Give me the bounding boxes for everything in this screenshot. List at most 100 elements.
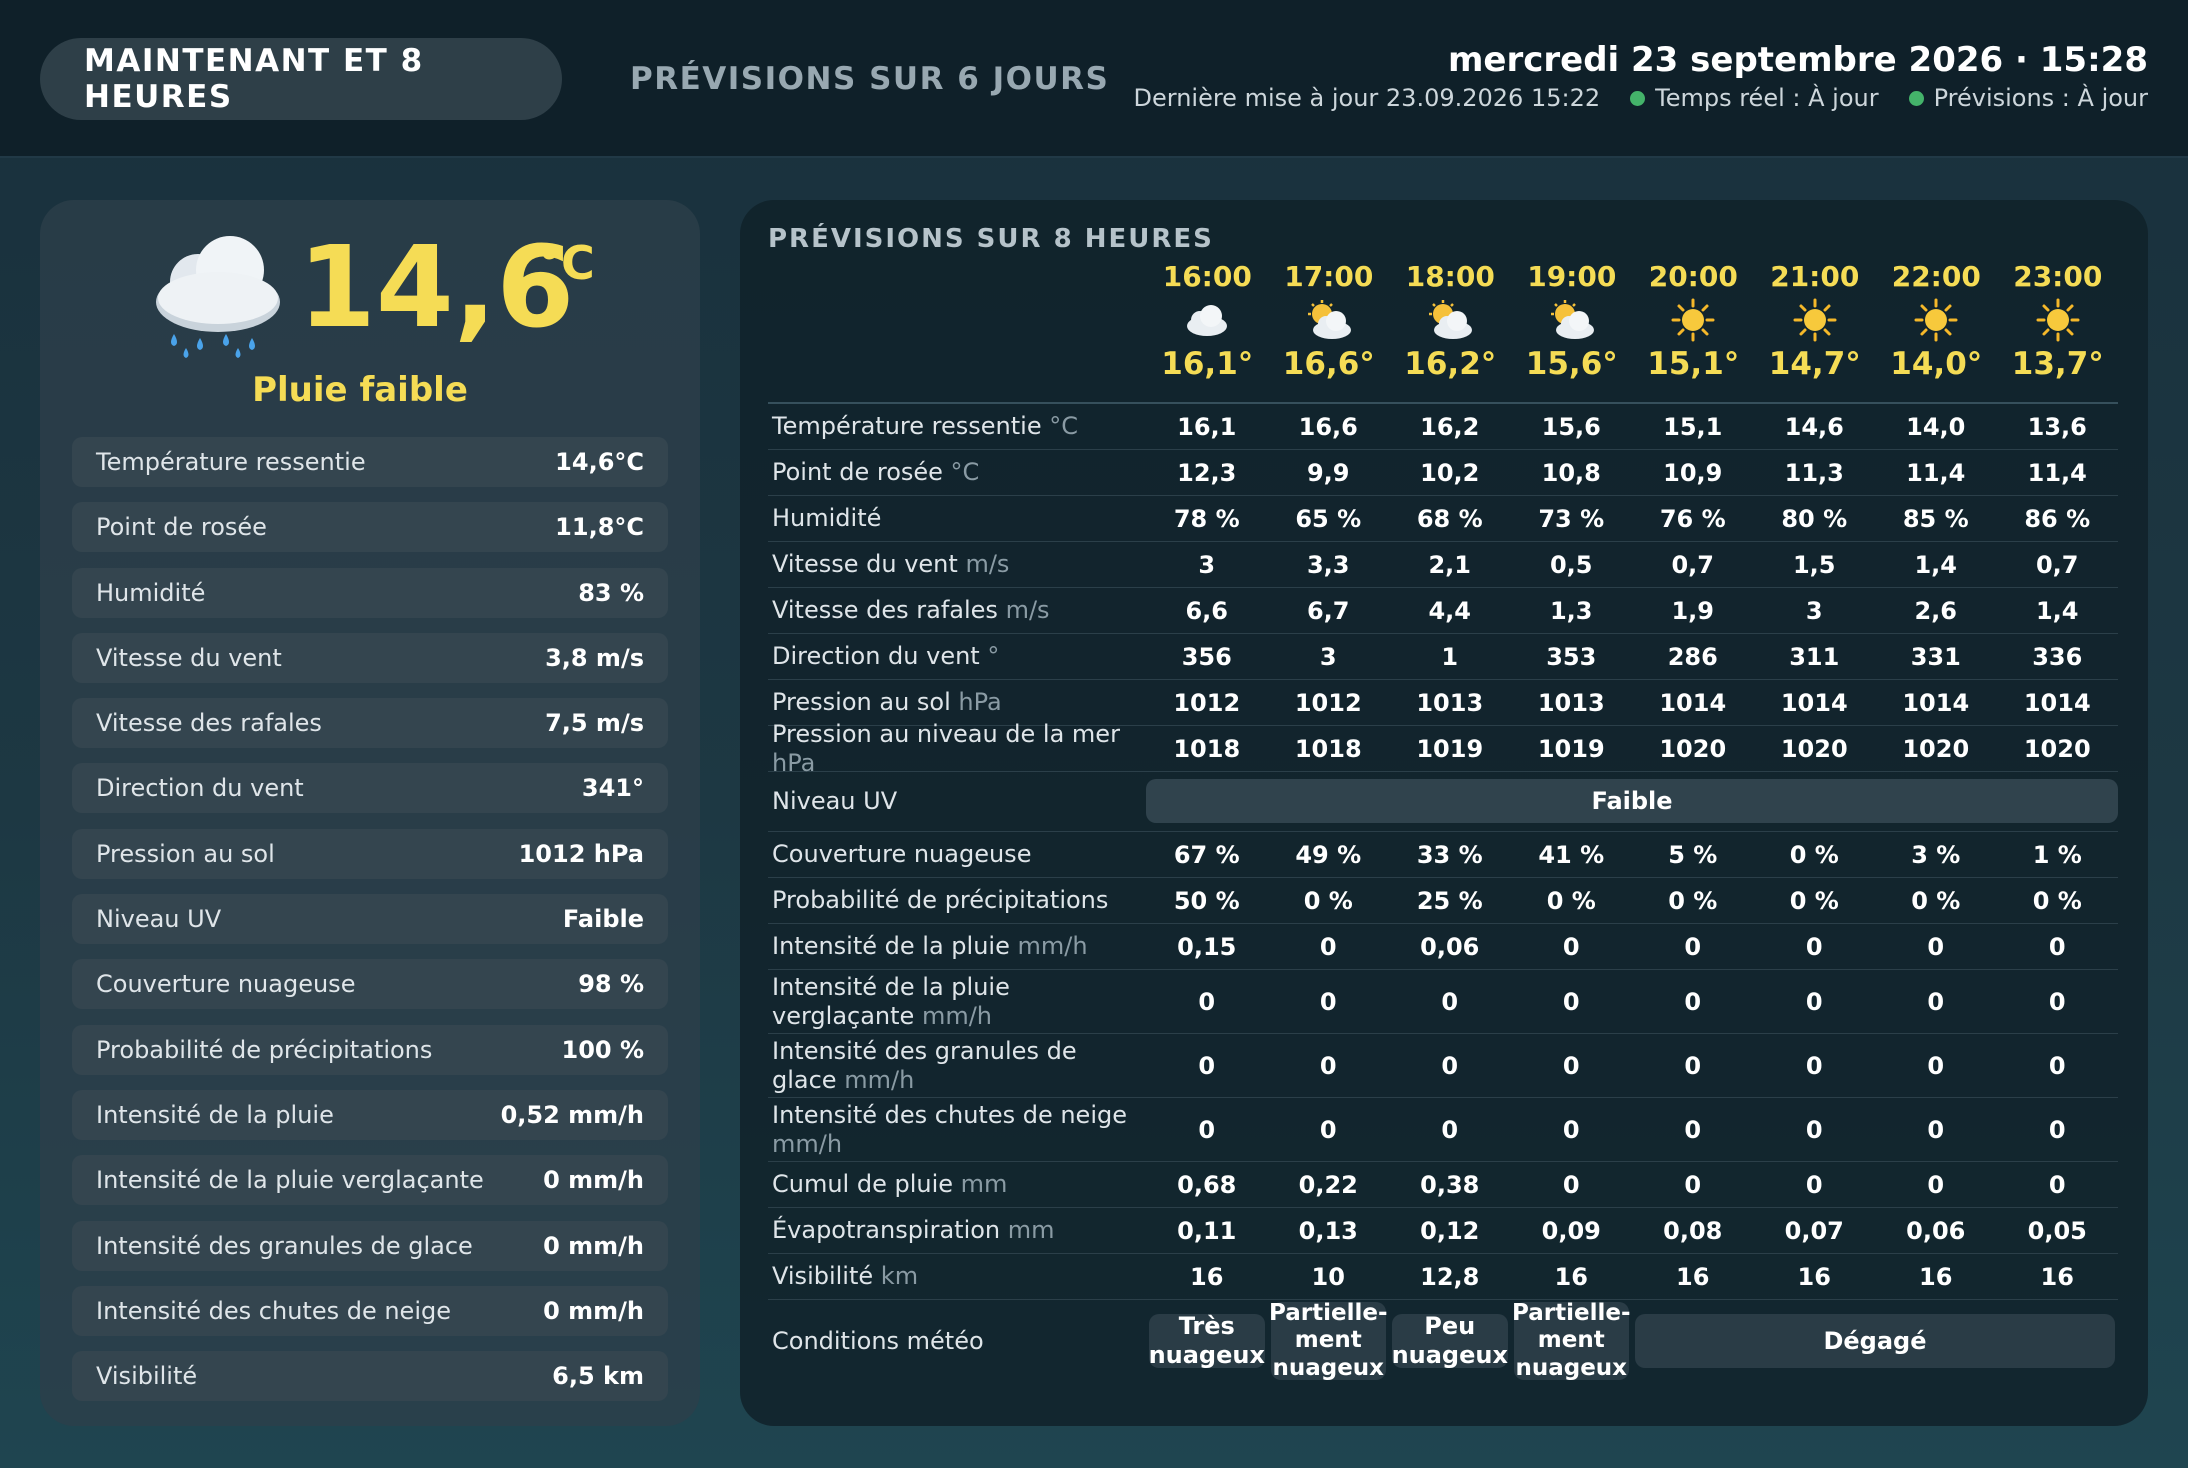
- forecast-cell: 3,3: [1306, 550, 1350, 579]
- forecast-cell: 1,3: [1549, 596, 1593, 625]
- forecast-cell: 1013: [1416, 688, 1484, 717]
- detail-label: Vitesse du vent: [96, 643, 282, 672]
- forecast-cell: 0,07: [1784, 1216, 1844, 1245]
- forecast-cell: 4,4: [1428, 596, 1471, 625]
- row-label-text: Intensité des chutes de neige: [772, 1100, 1127, 1129]
- forecast-row-label: Pression au sol hPa: [768, 688, 1146, 717]
- forecast-cell: 16,1: [1177, 412, 1237, 441]
- detail-row: Humidité 83 %: [72, 567, 668, 618]
- hour-temperature: 16,2°: [1404, 345, 1497, 382]
- current-details-list: Température ressentie 14,6°C Point de rosé…: [72, 437, 668, 1416]
- detail-row: Couverture nuageuse 98 %: [72, 959, 668, 1010]
- sun-behind-cloud-icon: [1389, 294, 1512, 346]
- forecast-cell: 0: [1198, 1051, 1216, 1080]
- forecast-cell: 0: [1805, 1051, 1823, 1080]
- forecast-cell: 1020: [1780, 734, 1848, 763]
- hour-label: 19:00: [1527, 260, 1617, 293]
- forecast-row: Humidité 78 % 65 % 68 % 73 % 76 % 80 % 85 % 86 %: [768, 496, 2118, 542]
- forecast-cell: 0: [1684, 932, 1702, 961]
- forecast-row-values: 356 3 1 353 286 311 331 336: [1146, 634, 2118, 679]
- forecast-cell: 0: [1805, 987, 1823, 1016]
- forecast-cell: 2,1: [1428, 550, 1471, 579]
- tab-6-day-forecast[interactable]: PRÉVISIONS SUR 6 JOURS: [630, 38, 1130, 120]
- forecast-cell: 11,3: [1784, 458, 1844, 487]
- condition-cell: Peu nuageux: [1392, 1312, 1508, 1369]
- forecast-cell: 1013: [1537, 688, 1605, 717]
- detail-row: Visibilité 6,5 km: [72, 1351, 668, 1402]
- row-label-text: Humidité: [772, 504, 882, 533]
- forecast-cell: 0: [1562, 1051, 1580, 1080]
- forecast-cell: 78 %: [1173, 504, 1240, 533]
- rain-cloud-icon: [148, 230, 288, 360]
- detail-value: 98 %: [578, 970, 644, 999]
- row-unit: hPa: [958, 688, 1002, 717]
- forecast-row-values: 0 0 0 0 0 0 0 0: [1146, 970, 2118, 1033]
- forecast-cell: 10: [1311, 1262, 1345, 1291]
- forecast-cell: 1014: [2023, 688, 2091, 717]
- condition-cell: Partielle- ment nuageux: [1512, 1300, 1631, 1381]
- row-unit: °C: [950, 458, 980, 487]
- detail-value: 3,8 m/s: [545, 643, 644, 672]
- hour-temperature: 15,1°: [1647, 345, 1740, 382]
- forecast-cell: 73 %: [1538, 504, 1605, 533]
- hour-label: 20:00: [1648, 260, 1738, 293]
- hour-label: 22:00: [1891, 260, 1981, 293]
- detail-label: Couverture nuageuse: [96, 970, 356, 999]
- forecast-row-label: Pression au niveau de la mer hPa: [768, 720, 1146, 778]
- hour-label: 23:00: [2013, 260, 2103, 293]
- forecast-cell: 1: [1441, 642, 1459, 671]
- hour-temperature: 14,7°: [1768, 345, 1861, 382]
- condition-cell: Dégagé: [1635, 1314, 2115, 1368]
- forecast-cell: 33 %: [1416, 840, 1483, 869]
- tab-now-and-8-hours[interactable]: MAINTENANT ET 8 HEURES: [40, 38, 562, 120]
- detail-row: Intensité des granules de glace 0 mm/h: [72, 1220, 668, 1271]
- forecast-cell: 1,9: [1671, 596, 1714, 625]
- realtime-status: Temps réel : À jour: [1655, 84, 1879, 112]
- forecast-cell: 25 %: [1416, 886, 1483, 915]
- forecast-cell: 3: [1319, 642, 1337, 671]
- forecast-cell: 80 %: [1781, 504, 1848, 533]
- forecast-cell: 0,11: [1177, 1216, 1237, 1245]
- forecast-row-label: Humidité: [768, 504, 1146, 533]
- forecast-cell: 1 %: [2032, 840, 2082, 869]
- forecast-row-values: 0,15 0 0,06 0 0 0 0 0: [1146, 924, 2118, 969]
- forecast-cell: 67 %: [1173, 840, 1240, 869]
- hour-label: 21:00: [1770, 260, 1860, 293]
- forecast-table: Température ressentie °C 16,1 16,6 16,2 15,6…: [768, 402, 2118, 1382]
- forecast-row: Niveau UV Faible: [768, 772, 2118, 832]
- forecast-cell: 13,6: [2027, 412, 2087, 441]
- forecast-cell: 16,6: [1298, 412, 1358, 441]
- detail-label: Niveau UV: [96, 905, 222, 934]
- detail-value: 14,6°C: [555, 448, 644, 476]
- forecast-cell: 41 %: [1538, 840, 1605, 869]
- hour-column: 18:00 16,2°: [1389, 260, 1512, 382]
- forecast-row: Intensité des granules de glace mm/h 0 0 0 0…: [768, 1034, 2118, 1098]
- row-label-text: Évapotranspiration: [772, 1216, 1001, 1245]
- detail-label: Visibilité: [96, 1362, 198, 1391]
- forecast-cell: 1012: [1294, 688, 1362, 717]
- detail-row: Pression au sol 1012 hPa: [72, 828, 668, 879]
- uv-level-bar: Faible: [1146, 779, 2118, 823]
- forecast-row-label: Vitesse des rafales m/s: [768, 596, 1146, 625]
- forecast-cell: 14,0: [1906, 412, 1966, 441]
- detail-row: Intensité des chutes de neige 0 mm/h: [72, 1285, 668, 1336]
- forecast-title: PRÉVISIONS SUR 8 HEURES: [768, 224, 1214, 254]
- forecast-row-values: 3 3,3 2,1 0,5 0,7 1,5 1,4 0,7: [1146, 542, 2118, 587]
- forecast-cell: 16,2: [1420, 412, 1480, 441]
- top-bar: MAINTENANT ET 8 HEURES PRÉVISIONS SUR 6 …: [0, 0, 2188, 158]
- forecast-cell: 2,6: [1914, 596, 1957, 625]
- forecast-row-label: Conditions météo: [768, 1327, 1146, 1356]
- forecast-cell: 0,05: [2027, 1216, 2087, 1245]
- forecast-cell: 0: [1198, 1115, 1216, 1144]
- detail-row: Probabilité de précipitations 100 %: [72, 1024, 668, 1075]
- row-label-text: Vitesse du vent: [772, 550, 958, 579]
- hour-temperature: 13,7°: [2011, 345, 2104, 382]
- forecast-cell: 0 %: [1668, 886, 1718, 915]
- row-label-text: Point de rosée: [772, 458, 943, 487]
- forecast-cell: 311: [1789, 642, 1840, 671]
- forecast-cell: 15,6: [1541, 412, 1601, 441]
- conditions-row: Conditions météo Très nuageux Partielle- m…: [768, 1300, 2118, 1382]
- forecast-row-values: 0 0 0 0 0 0 0 0: [1146, 1034, 2118, 1097]
- forecast-cell: 0: [1805, 1170, 1823, 1199]
- forecast-row: Intensité des chutes de neige mm/h 0 0 0 0 0 0…: [768, 1098, 2118, 1162]
